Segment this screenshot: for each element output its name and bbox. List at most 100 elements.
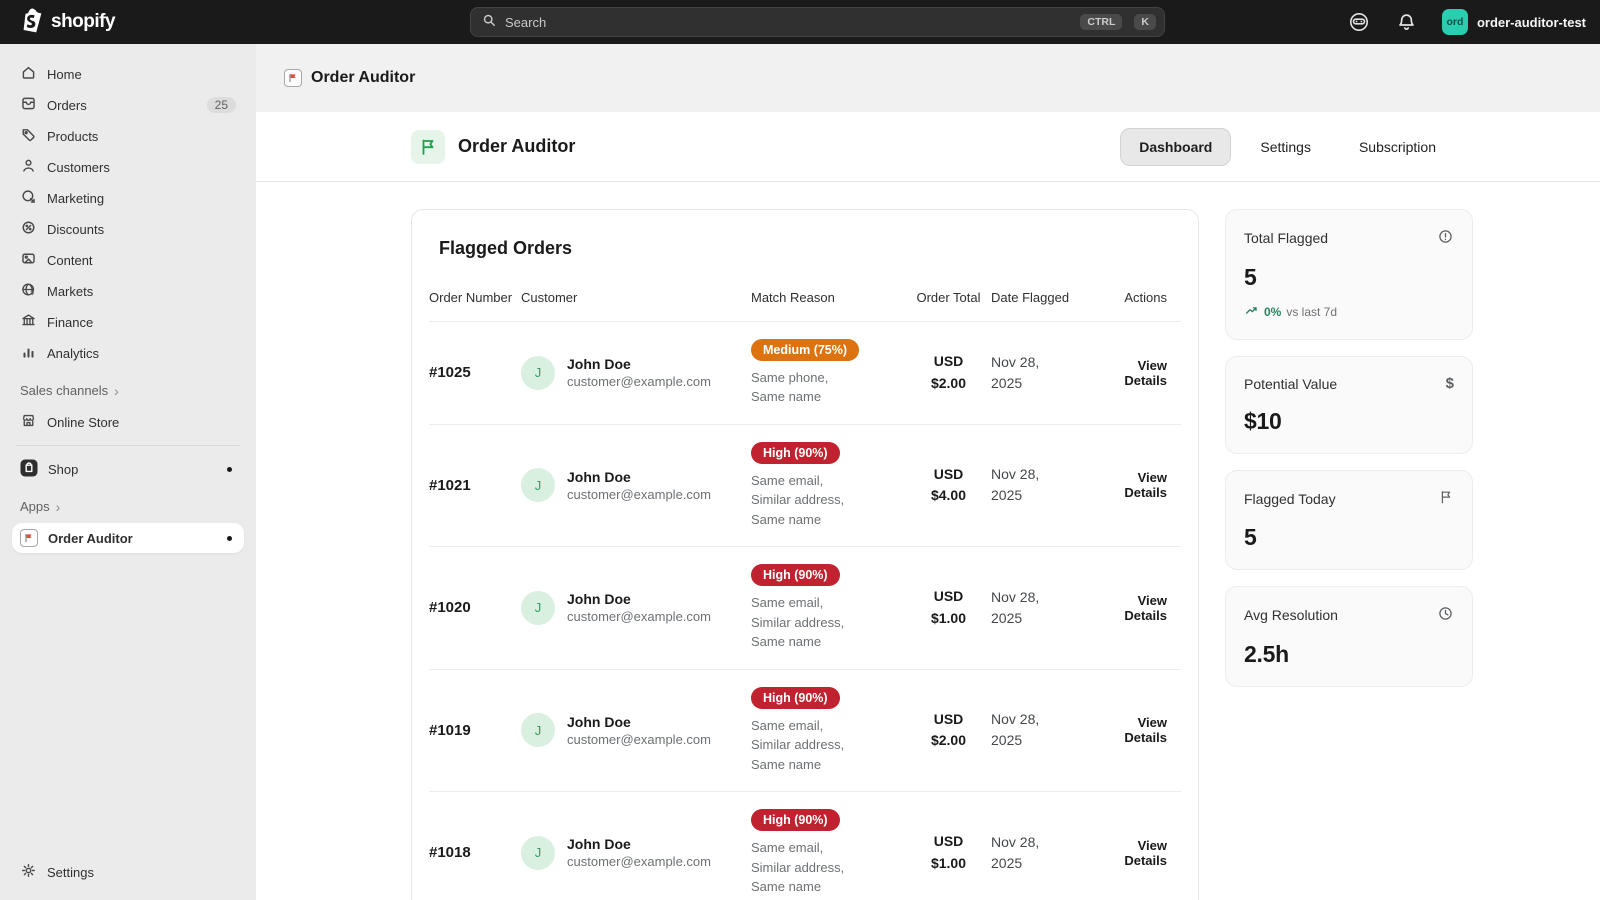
stat-card-avg-resolution: Avg Resolution 2.5h <box>1225 586 1473 687</box>
view-details-link[interactable]: View Details <box>1096 470 1181 500</box>
customer-email: customer@example.com <box>567 487 711 502</box>
sidebar-item-home[interactable]: Home <box>12 59 244 89</box>
customer-cell: J John Doecustomer@example.com <box>521 356 751 390</box>
sidebar-item-order-auditor[interactable]: Order Auditor <box>12 523 244 553</box>
sidebar-item-label: Customers <box>47 160 110 175</box>
col-actions: Actions <box>1096 289 1181 307</box>
sidebar-item-label: Products <box>47 129 98 144</box>
match-reasons: Same email, Similar address, Same name <box>751 471 906 530</box>
sidebar-item-label: Orders <box>47 98 87 113</box>
sales-channels-header[interactable]: Sales channels › <box>0 369 256 406</box>
tab-subscription[interactable]: Subscription <box>1340 128 1455 166</box>
order-total: USD $2.00 <box>906 351 991 394</box>
match-reason-cell: High (90%) Same email, Similar address, … <box>751 564 906 652</box>
order-number: #1020 <box>429 599 521 616</box>
trend-percent: 0% <box>1264 305 1281 319</box>
store-menu[interactable]: ord order-auditor-test <box>1442 9 1586 35</box>
customer-cell: J John Doecustomer@example.com <box>521 836 751 870</box>
customer-email: customer@example.com <box>567 609 711 624</box>
stat-label: Total Flagged <box>1244 230 1328 246</box>
sidebar-item-markets[interactable]: $ Markets <box>12 276 244 306</box>
sidebar-item-settings[interactable]: Settings <box>12 857 244 887</box>
orders-count-badge: 25 <box>207 97 236 113</box>
avatar: J <box>521 591 555 625</box>
trend-suffix: vs last 7d <box>1286 305 1337 319</box>
chevron-right-icon: › <box>56 500 61 514</box>
sidebar-item-analytics[interactable]: Analytics <box>12 338 244 368</box>
order-number: #1025 <box>429 364 521 381</box>
topbar: shopify CTRL K ord or <box>0 0 1600 44</box>
page-title: Order Auditor <box>311 69 415 87</box>
customer-name: John Doe <box>567 356 711 372</box>
sidebar-item-content[interactable]: Content <box>12 245 244 275</box>
risk-badge: High (90%) <box>751 442 840 464</box>
avatar: J <box>521 468 555 502</box>
col-order-total: Order Total <box>906 289 991 307</box>
chevron-right-icon: › <box>114 384 119 398</box>
orders-icon <box>20 95 37 115</box>
discount-seal-icon <box>20 219 37 239</box>
risk-badge: High (90%) <box>751 564 840 586</box>
customer-name: John Doe <box>567 714 711 730</box>
stat-card-total-flagged: Total Flagged 5 0% vs last 7d <box>1225 209 1473 340</box>
store-avatar: ord <box>1442 9 1468 35</box>
sidebar-item-shop[interactable]: Shop <box>12 454 244 484</box>
alert-circle-icon <box>1437 228 1454 248</box>
customer-cell: J John Doecustomer@example.com <box>521 468 751 502</box>
search-input[interactable] <box>505 15 1072 30</box>
flag-icon <box>1438 489 1454 508</box>
global-search[interactable]: CTRL K <box>470 7 1165 37</box>
sidebar-item-products[interactable]: Products <box>12 121 244 151</box>
sidebar-item-online-store[interactable]: Online Store <box>12 407 244 437</box>
stat-value: 5 <box>1244 524 1454 551</box>
view-details-link[interactable]: View Details <box>1096 358 1181 388</box>
match-reasons: Same email, Similar address, Same name <box>751 593 906 652</box>
order-number: #1021 <box>429 477 521 494</box>
sidebar-item-label: Markets <box>47 284 93 299</box>
apps-header[interactable]: Apps › <box>0 485 256 522</box>
home-icon <box>20 64 37 84</box>
page-header-band: Order Auditor <box>256 44 1600 112</box>
tab-settings[interactable]: Settings <box>1241 128 1330 166</box>
sidebar-item-discounts[interactable]: Discounts <box>12 214 244 244</box>
col-order-number: Order Number <box>429 289 521 307</box>
customer-email: customer@example.com <box>567 732 711 747</box>
table-header-row: Order Number Customer Match Reason Order… <box>429 283 1181 321</box>
match-reasons: Same email, Similar address, Same name <box>751 716 906 775</box>
date-flagged: Nov 28, 2025 <box>991 464 1096 506</box>
shopify-logo[interactable]: shopify <box>0 7 115 38</box>
customer-name: John Doe <box>567 836 711 852</box>
status-dot <box>227 467 232 472</box>
sidebar-item-finance[interactable]: Finance <box>12 307 244 337</box>
risk-badge: High (90%) <box>751 809 840 831</box>
view-details-link[interactable]: View Details <box>1096 715 1181 745</box>
view-details-link[interactable]: View Details <box>1096 838 1181 868</box>
sidebar-item-orders[interactable]: Orders 25 <box>12 90 244 120</box>
tab-dashboard[interactable]: Dashboard <box>1120 128 1231 166</box>
sidebar-item-marketing[interactable]: Marketing <box>12 183 244 213</box>
sidebar-divider <box>16 445 240 446</box>
sidekick-icon[interactable] <box>1346 9 1372 35</box>
customer-email: customer@example.com <box>567 854 711 869</box>
date-flagged: Nov 28, 2025 <box>991 587 1096 629</box>
sidebar-item-label: Settings <box>47 865 94 880</box>
shopify-bag-icon <box>20 7 44 38</box>
sidebar-item-customers[interactable]: Customers <box>12 152 244 182</box>
globe-dollar-icon: $ <box>20 281 37 301</box>
stat-label: Flagged Today <box>1244 491 1336 507</box>
sidebar-item-label: Online Store <box>47 415 119 430</box>
person-icon <box>20 157 37 177</box>
view-details-link[interactable]: View Details <box>1096 593 1181 623</box>
stat-card-potential-value: Potential Value $ $10 <box>1225 356 1473 454</box>
apps-label: Apps <box>20 499 50 514</box>
sidebar-item-label: Discounts <box>47 222 104 237</box>
dollar-icon: $ <box>1446 375 1454 392</box>
date-flagged: Nov 28, 2025 <box>991 832 1096 874</box>
notifications-bell-icon[interactable] <box>1394 9 1420 35</box>
table-row: #1021 J John Doecustomer@example.com Hig… <box>429 424 1181 547</box>
kbd-ctrl: CTRL <box>1080 14 1122 31</box>
stat-value: 2.5h <box>1244 641 1454 668</box>
avatar: J <box>521 356 555 390</box>
flagged-orders-card: Flagged Orders Order Number Customer Mat… <box>411 209 1199 900</box>
table-row: #1025 J John Doecustomer@example.com Med… <box>429 321 1181 424</box>
